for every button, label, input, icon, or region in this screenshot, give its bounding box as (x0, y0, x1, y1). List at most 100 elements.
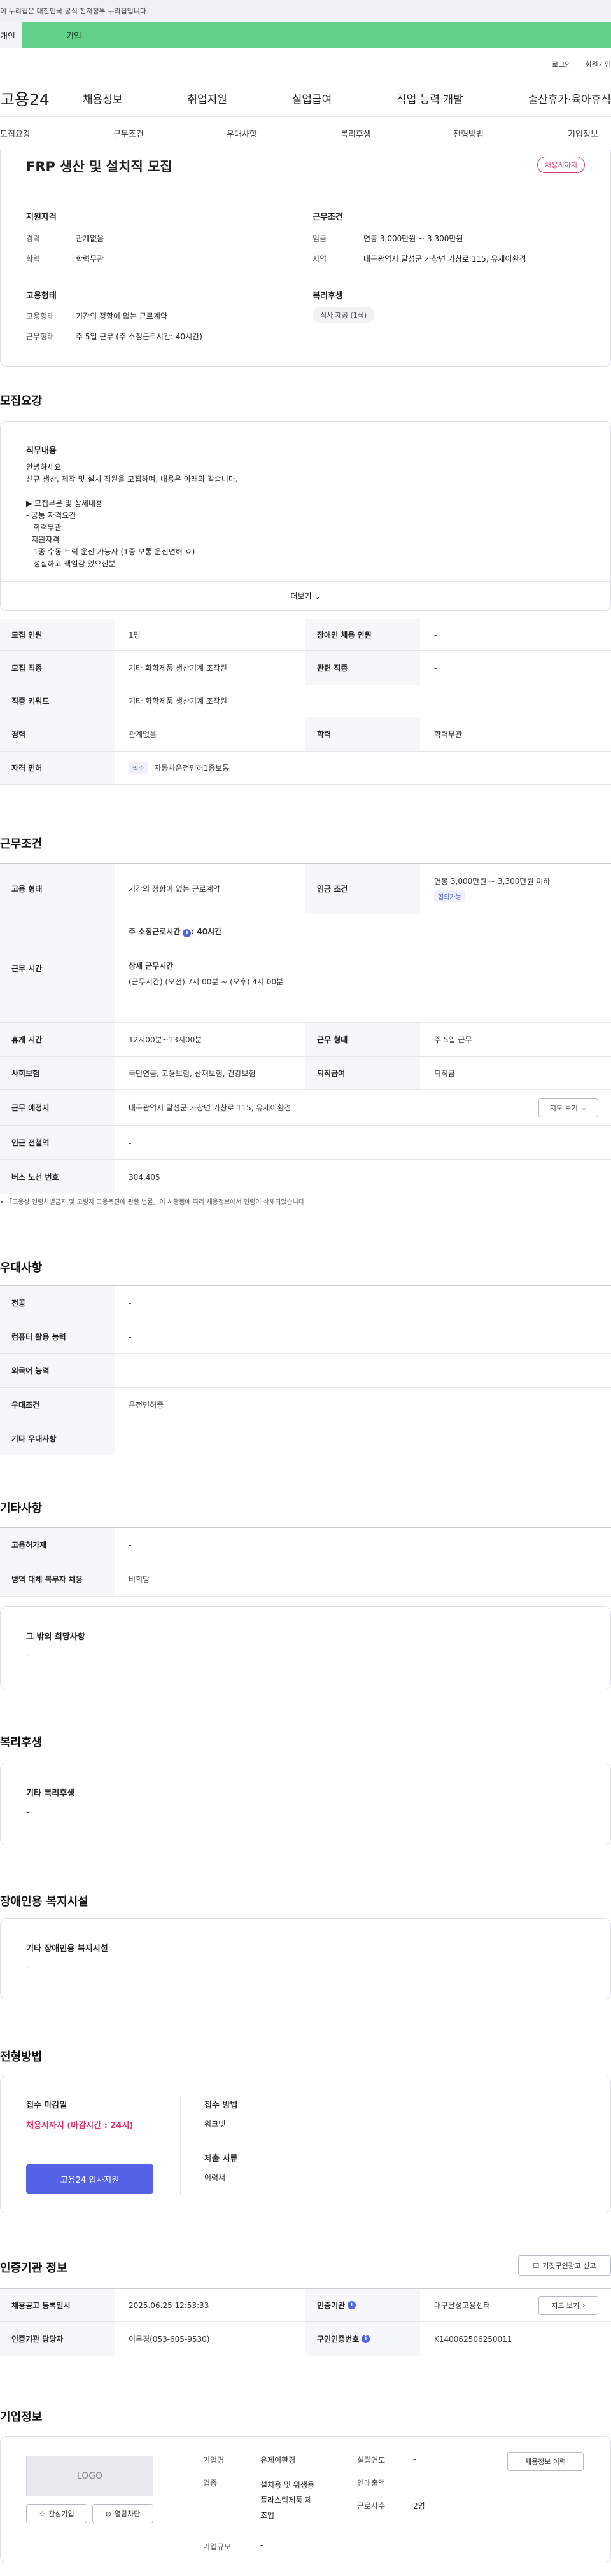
pref-table: 전공 - 컴퓨터 활용 능력 - 외국어 능력 - 우대조건 운전면허증 기타 우대사항… (0, 1285, 611, 1455)
emp-title: 고용형태 (26, 291, 57, 301)
other-wishes-title: 그 밖의 희망사항 (26, 1632, 85, 1642)
row-label: 근무 형태 (306, 1023, 420, 1056)
agency-map-button[interactable]: 지도 보기 › (538, 2295, 598, 2315)
more-button[interactable]: 더보기 ⌄ (1, 581, 610, 610)
sales-label: 연매출액 (357, 2479, 386, 2488)
negotiable-tag: 협의가능 (434, 890, 465, 902)
row-value: K140062506250011 (434, 2334, 512, 2344)
table-row: 모집 직종 기타 화학제품 생산기계 조작원 관련 직종 - (0, 651, 611, 685)
table-row: 전공 - (0, 1286, 611, 1320)
row-label-no: 구인인증번호 i (306, 2322, 420, 2356)
org-label: 인증기관 (317, 2301, 346, 2310)
tab-corporate[interactable]: 기업 (22, 22, 611, 48)
report-fake-ad-button[interactable]: ☐ 거짓구인광고 신고 (518, 2255, 611, 2276)
place-value: 대구광역시 달성군 가창면 가창로 115, 유제이환경 (129, 1103, 291, 1112)
detail-hours-value: (근무시간) (오전) 7시 00분 ~ (오후) 4시 00분 (129, 977, 284, 986)
row-label: 관련 직종 (306, 651, 420, 685)
signup-link[interactable]: 회원가입 (586, 59, 611, 69)
row-label: 휴게 시간 (0, 1023, 115, 1056)
report-label: 거짓구인광고 신고 (542, 2262, 596, 2270)
anchor-recruit[interactable]: 모집요강 (0, 127, 31, 139)
info-icon[interactable]: i (348, 2301, 356, 2309)
block-view-button[interactable]: ⊘ 열람차단 (92, 2504, 153, 2523)
job-desc-line: - 공통 자격요건 (26, 511, 76, 520)
edu-value: 학력무관 (76, 255, 104, 263)
row-label: 병역 대체 복무자 채용 (0, 1562, 115, 1596)
tab-corporate-label: 기업 (66, 31, 81, 41)
row-label: 기타 우대사항 (0, 1422, 115, 1455)
welfare-chip: 식사 제공 (1식) (313, 307, 375, 323)
info-icon[interactable]: i (183, 929, 192, 937)
row-value: - (129, 1434, 132, 1443)
industry-line: 설치용 및 위생용 (260, 2481, 314, 2489)
row-label: 컴퓨터 활용 능력 (0, 1320, 115, 1353)
table-row: 근무 예정지 대구광역시 달성군 가창면 가창로 115, 유제이환경 지도 보… (0, 1090, 611, 1126)
favorite-label: 관심기업 (48, 2510, 74, 2518)
row-label: 외국어 능력 (0, 1354, 115, 1387)
etc-table: 고용허가제 - 병역 대체 복무자 채용 비희망 (0, 1527, 611, 1597)
utility-menu: 로그인 회원가입 (0, 48, 611, 80)
deadline-value: 채용시까지 (마감시간 : 24시) (26, 2121, 134, 2131)
row-value: 관계없음 (129, 730, 157, 739)
industry-line: 플라스틱제품 제 (260, 2496, 313, 2505)
recruit-section-title: 모집요강 (0, 395, 43, 408)
table-row: 모집 인원 1명 장애인 채용 인원 - (0, 619, 611, 651)
row-label: 퇴직급여 (306, 1057, 420, 1089)
row-label: 우대조건 (0, 1388, 115, 1422)
company-name-label: 기업명 (203, 2456, 225, 2465)
row-label: 임금 조건 (306, 864, 420, 914)
process-section-title: 전형방법 (0, 2050, 43, 2064)
detail-hours-title: 상세 근무시간 (129, 962, 174, 970)
favorite-company-button[interactable]: ☆ 관심기업 (26, 2504, 87, 2523)
etc-section-title: 기타사항 (0, 1502, 43, 1515)
welfare-section-title: 복리후생 (0, 1736, 43, 1749)
job-desc-line: 성실하고 책임감 있으신분 (26, 559, 116, 568)
loc-value: 대구광역시 달성군 가창면 가창로 115, 유제이환경 (363, 255, 526, 263)
anchor-work-conditions[interactable]: 근무조건 (113, 127, 144, 139)
gnb-item-jobs[interactable]: 채용정보 (83, 90, 123, 106)
gnb-item-skills[interactable]: 직업 능력 개발 (397, 90, 463, 106)
table-row: 외국어 능력 - (0, 1354, 611, 1388)
wage-cell: 연봉 3,000만원 ~ 3,300만원 이하 협의가능 (420, 864, 611, 914)
welfare-box-title: 기타 복리후생 (26, 1789, 75, 1798)
weekly-hours-value: : 40시간 (191, 927, 222, 936)
tab-individual[interactable]: 개인 (0, 22, 22, 48)
welfare-box-value: - (26, 1808, 29, 1817)
cond-wage-row: 임금 연봉 3,000만원 ~ 3,300만원 (313, 233, 463, 244)
work-table: 고용 형태 기간의 정함이 없는 근로계약 임금 조건 연봉 3,000만원 ~… (0, 863, 611, 1194)
qual-title: 지원자격 (26, 213, 57, 222)
row-value: 주 5일 근무 (434, 1035, 472, 1044)
pref-section-title: 우대사항 (0, 1261, 43, 1275)
job-history-button[interactable]: 채용정보 이력 (507, 2452, 584, 2471)
cond-loc-row: 지역 대구광역시 달성군 가창면 가창로 115, 유제이환경 (313, 253, 526, 264)
table-row: 우대조건 운전면허증 (0, 1388, 611, 1422)
table-row: 고용 형태 기간의 정함이 없는 근로계약 임금 조건 연봉 3,000만원 ~… (0, 864, 611, 914)
license-cell: 필수 자동차운전면허1종보통 (115, 752, 611, 784)
industry-line: 조업 (260, 2511, 275, 2520)
anchor-process[interactable]: 전형방법 (453, 127, 484, 139)
section-anchor-nav: 모집요강 근무조건 우대사항 복리후생 전형방법 기업정보 (0, 117, 611, 150)
row-value: 퇴직금 (434, 1069, 456, 1078)
anchor-company[interactable]: 기업정보 (568, 127, 598, 139)
login-link[interactable]: 로그인 (552, 59, 571, 69)
age-notice-text: 「고용상 연령차별금지 및 고령자 고용촉진에 관한 법률」이 시행됨에 따라 … (6, 1199, 307, 1206)
table-row: 기타 우대사항 - (0, 1422, 611, 1455)
gnb-item-employment-support[interactable]: 취업지원 (187, 90, 227, 106)
table-row: 자격 면허 필수 자동차운전면허1종보통 (0, 752, 611, 785)
anchor-welfare[interactable]: 복리후생 (341, 127, 371, 139)
table-row: 고용허가제 - (0, 1528, 611, 1562)
gnb-item-unemployment-benefit[interactable]: 실업급여 (292, 90, 332, 106)
job-desc-line: 학력무관 (26, 523, 62, 532)
row-label: 채용공고 등록일시 (0, 2289, 115, 2321)
site-logo[interactable]: 고용24 (0, 87, 83, 110)
map-view-button[interactable]: 지도 보기 ⌄ (538, 1098, 598, 1117)
disability-card: 기타 장애인용 복지시설 - (0, 1918, 611, 1999)
info-icon[interactable]: i (362, 2335, 370, 2343)
recruit-table: 모집 인원 1명 장애인 채용 인원 - 모집 직종 기타 화학제품 생산기계 … (0, 619, 611, 785)
apply-button[interactable]: 고용24 입사지원 (26, 2164, 153, 2194)
gnb-item-parental-leave[interactable]: 출산휴가·육아휴직 (528, 90, 611, 106)
anchor-preferences[interactable]: 우대사항 (227, 127, 257, 139)
scale-label: 기업규모 (203, 2542, 232, 2551)
table-row: 사회보험 국민연금, 고용보험, 산재보험, 건강보험 퇴직급여 퇴직금 (0, 1057, 611, 1090)
qual-exp-row: 경력 관계없음 (26, 233, 104, 244)
